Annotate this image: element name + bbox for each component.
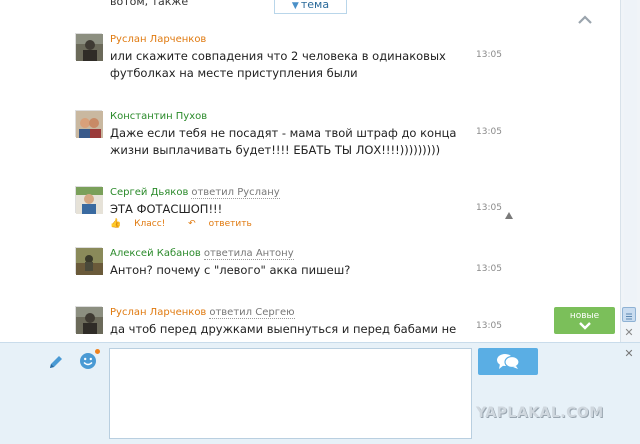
message-item: Руслан Ларченков ответил Сергею да чтоб п… xyxy=(75,306,515,340)
avatar[interactable] xyxy=(75,110,103,138)
reply-to-link[interactable]: ответил Руслану xyxy=(191,187,280,199)
chevron-up-icon[interactable] xyxy=(576,12,594,26)
new-messages-label: новые xyxy=(569,311,600,321)
topic-tab[interactable]: ▼ тема xyxy=(274,0,347,14)
chevron-down-icon xyxy=(578,322,591,330)
scrollbar[interactable] xyxy=(620,0,640,344)
message-text-line: да чтоб перед дружками выепнуться и пере… xyxy=(110,322,457,336)
chat-messages-area: вотом, также ▼ тема Руслан Ларченков или … xyxy=(0,0,620,340)
message-text-line: Даже если тебя не посадят - мама твой шт… xyxy=(110,126,457,140)
reply-to-link[interactable]: ответила Антону xyxy=(203,248,294,260)
triangle-icon[interactable] xyxy=(505,204,513,223)
send-button[interactable] xyxy=(478,348,538,375)
truncated-message-text: вотом, также xyxy=(110,0,189,8)
message-time: 13:05 xyxy=(476,203,502,213)
message-author[interactable]: Сергей Дьяков xyxy=(110,187,188,198)
scroll-down-button[interactable] xyxy=(622,307,636,322)
scrollbar-track[interactable] xyxy=(624,0,637,302)
message-author[interactable]: Руслан Ларченков xyxy=(110,307,206,318)
watermark: YAPLAKAL.COM xyxy=(476,405,604,421)
reply-arrow-icon: ↶ xyxy=(188,219,196,229)
avatar[interactable] xyxy=(75,33,103,61)
pen-icon[interactable] xyxy=(47,353,65,375)
new-messages-button[interactable]: новые xyxy=(554,307,615,334)
chat-bubbles-icon xyxy=(497,354,520,369)
message-time: 13:05 xyxy=(476,264,502,274)
close-icon[interactable]: ✕ xyxy=(622,347,636,361)
message-item: Константин Пухов Даже если тебя не посад… xyxy=(75,110,515,157)
reply-button[interactable]: ↶ ответить xyxy=(188,219,262,229)
message-time: 13:05 xyxy=(476,127,502,137)
message-time: 13:05 xyxy=(476,321,502,331)
message-author[interactable]: Алексей Кабанов xyxy=(110,248,201,259)
message-input[interactable] xyxy=(109,348,472,439)
message-text-line: футболках на месте приступления были xyxy=(110,66,358,80)
avatar[interactable] xyxy=(75,186,103,214)
message-text-line: ЭТА ФОТАСШОП!!! xyxy=(110,202,223,216)
message-item: Сергей Дьяков ответил Руслану ЭТА ФОТАСШО… xyxy=(75,186,515,232)
message-item: Алексей Кабанов ответила Антону Антон? по… xyxy=(75,247,515,287)
message-author[interactable]: Руслан Ларченков xyxy=(110,34,206,45)
like-button[interactable]: 👍 Класс! xyxy=(110,219,175,229)
message-author[interactable]: Константин Пухов xyxy=(110,111,207,122)
avatar[interactable] xyxy=(75,306,103,334)
message-input-bar: ✕ YAPLAKAL.COM xyxy=(0,342,640,444)
reply-to-link[interactable]: ответил Сергею xyxy=(209,307,295,319)
triangle-down-icon: ▼ xyxy=(291,1,299,11)
message-text-line: жизни выплачивать будет!!!! ЕБАТЬ ТЫ ЛОХ… xyxy=(110,143,441,157)
message-time: 13:05 xyxy=(476,50,502,60)
message-text-line: Антон? почему с "левого" акка пишеш? xyxy=(110,263,351,277)
topic-tab-label: тема xyxy=(300,0,330,11)
avatar[interactable] xyxy=(75,247,103,275)
notification-dot xyxy=(95,349,100,354)
message-item: Руслан Ларченков или скажите совпадения … xyxy=(75,33,515,80)
close-icon[interactable]: ✕ xyxy=(622,326,636,340)
thumbs-up-icon: 👍 xyxy=(110,219,122,229)
smile-icon[interactable] xyxy=(79,352,97,374)
message-text-line: или скажите совпадения что 2 человека в … xyxy=(110,49,446,63)
